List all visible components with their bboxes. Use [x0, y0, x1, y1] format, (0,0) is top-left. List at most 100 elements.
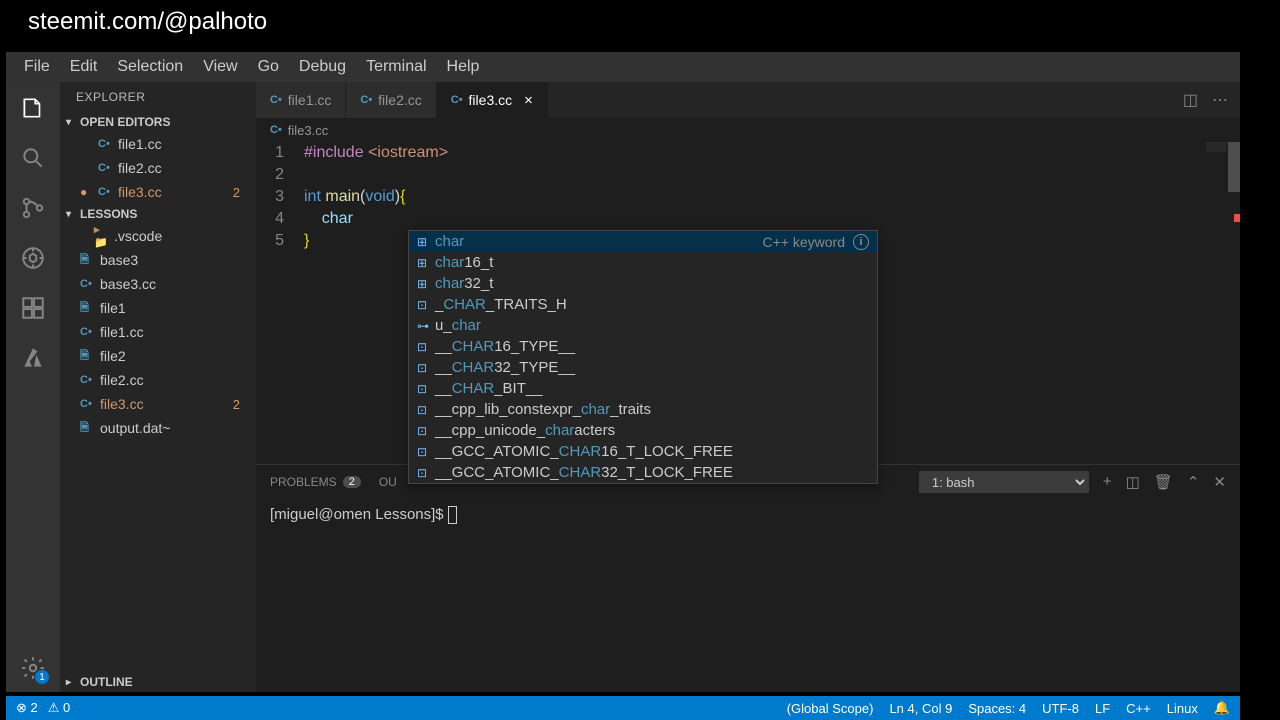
split-terminal-icon[interactable]: ◫	[1126, 473, 1140, 491]
cpp-icon: C•	[80, 326, 100, 338]
menu-edit[interactable]: Edit	[60, 58, 108, 76]
breadcrumb-file: file3.cc	[288, 123, 328, 138]
outline-header[interactable]: ▸OUTLINE	[60, 672, 256, 692]
status-lang[interactable]: C++	[1126, 701, 1151, 716]
settings-gear-icon[interactable]: 1	[19, 654, 47, 682]
status-errors[interactable]: ⊗ 2	[16, 700, 38, 716]
file-tree-item[interactable]: ▸ 📁.vscode	[60, 224, 256, 248]
cpp-icon: C•	[80, 398, 100, 410]
cpp-icon: C•	[98, 138, 118, 150]
autocomplete-item[interactable]: ⊡__CHAR_BIT__	[409, 378, 877, 399]
completion-kind-icon: ⊞	[417, 252, 435, 274]
status-bar: ⊗ 2 ⚠ 0 (Global Scope) Ln 4, Col 9 Space…	[6, 696, 1240, 720]
kill-terminal-icon[interactable]: 🗑	[1154, 473, 1173, 491]
autocomplete-popup: ⊞charC++ keywordi⊞char16_t⊞char32_t⊡_CHA…	[408, 230, 878, 484]
code-line: 4 char	[256, 208, 1240, 230]
source-control-icon[interactable]	[19, 194, 47, 222]
status-encoding[interactable]: UTF-8	[1042, 701, 1079, 716]
split-editor-icon[interactable]: ◫	[1183, 90, 1198, 110]
status-cursor[interactable]: Ln 4, Col 9	[889, 701, 952, 716]
cpp-icon: C•	[270, 124, 282, 136]
editor-tab[interactable]: C•file3.cc×	[437, 82, 548, 118]
code-line: 3int main(void){	[256, 186, 1240, 208]
status-os[interactable]: Linux	[1167, 701, 1198, 716]
status-warnings[interactable]: ⚠ 0	[48, 700, 71, 716]
activity-bar: 1	[6, 82, 60, 692]
autocomplete-item[interactable]: ⊡__GCC_ATOMIC_CHAR16_T_LOCK_FREE	[409, 441, 877, 462]
file-tree-item[interactable]: C•file1.cc	[60, 320, 256, 344]
file-tree-item[interactable]: 🗎output.dat~	[60, 416, 256, 440]
extensions-icon[interactable]	[19, 294, 47, 322]
file-tree-item[interactable]: C•base3.cc	[60, 272, 256, 296]
maximize-panel-icon[interactable]: ⌃	[1187, 473, 1200, 491]
menu-selection[interactable]: Selection	[107, 58, 193, 76]
menu-view[interactable]: View	[193, 58, 247, 76]
azure-icon[interactable]	[19, 344, 47, 372]
completion-kind-icon: ⊡	[417, 420, 435, 442]
scrollbar[interactable]	[1228, 142, 1240, 464]
explorer-icon[interactable]	[19, 94, 47, 122]
debug-icon[interactable]	[19, 244, 47, 272]
unsaved-dot[interactable]: ●	[80, 185, 94, 199]
file-icon: 🗎	[80, 347, 100, 366]
menu-go[interactable]: Go	[248, 58, 289, 76]
code-line: 2	[256, 164, 1240, 186]
open-editor-item[interactable]: C•file1.cc	[60, 132, 256, 156]
code-editor[interactable]: 1#include <iostream>23int main(void){4 c…	[256, 142, 1240, 464]
file-tree-item[interactable]: 🗎file1	[60, 296, 256, 320]
close-tab-icon[interactable]: ×	[524, 92, 533, 109]
search-icon[interactable]	[19, 144, 47, 172]
file-tree-item[interactable]: C•file2.cc	[60, 368, 256, 392]
folder-icon: ▸ 📁	[94, 223, 114, 249]
file-tree-item[interactable]: C•file3.cc2	[60, 392, 256, 416]
status-bell-icon[interactable]: 🔔	[1214, 700, 1230, 716]
autocomplete-item[interactable]: ⊞char32_t	[409, 273, 877, 294]
editor-area: C•file1.ccC•file2.ccC•file3.cc×◫⋯ C• fil…	[256, 82, 1240, 692]
autocomplete-item[interactable]: ⊞charC++ keywordi	[409, 231, 877, 252]
info-icon[interactable]: i	[853, 234, 869, 250]
editor-tab[interactable]: C•file2.cc	[346, 82, 436, 118]
completion-kind-icon: ⊡	[417, 294, 435, 316]
close-panel-icon[interactable]: ✕	[1213, 473, 1226, 491]
menu-file[interactable]: File	[14, 58, 60, 76]
terminal[interactable]: [miguel@omen Lessons]$	[256, 499, 1240, 692]
autocomplete-item[interactable]: ⊶u_char	[409, 315, 877, 336]
file-icon: 🗎	[80, 419, 100, 438]
autocomplete-item[interactable]: ⊡__CHAR32_TYPE__	[409, 357, 877, 378]
autocomplete-item[interactable]: ⊡__CHAR16_TYPE__	[409, 336, 877, 357]
editor-tab[interactable]: C•file1.cc	[256, 82, 346, 118]
file-tree-item[interactable]: 🗎file2	[60, 344, 256, 368]
open-editor-item[interactable]: C•file2.cc	[60, 156, 256, 180]
cpp-icon: C•	[360, 94, 372, 106]
completion-kind-icon: ⊡	[417, 399, 435, 421]
autocomplete-item[interactable]: ⊡__cpp_unicode_characters	[409, 420, 877, 441]
completion-kind-icon: ⊞	[417, 273, 435, 295]
problems-tab[interactable]: PROBLEMS2	[270, 475, 361, 489]
new-terminal-icon[interactable]: +	[1103, 473, 1112, 491]
open-editor-item[interactable]: ●C•file3.cc2	[60, 180, 256, 204]
autocomplete-item[interactable]: ⊡__cpp_lib_constexpr_char_traits	[409, 399, 877, 420]
breadcrumb[interactable]: C• file3.cc	[256, 118, 1240, 142]
file-tree-item[interactable]: 🗎base3	[60, 248, 256, 272]
menu-terminal[interactable]: Terminal	[356, 58, 436, 76]
completion-kind-icon: ⊡	[417, 441, 435, 463]
bottom-panel: PROBLEMS2 OU 1: bash + ◫ 🗑 ⌃ ✕	[256, 464, 1240, 692]
menu-help[interactable]: Help	[437, 58, 490, 76]
more-actions-icon[interactable]: ⋯	[1212, 90, 1228, 110]
completion-kind-icon: ⊡	[417, 357, 435, 379]
cpp-icon: C•	[451, 94, 463, 106]
open-editors-header[interactable]: ▾OPEN EDITORS	[60, 112, 256, 132]
menu-debug[interactable]: Debug	[289, 58, 356, 76]
status-eol[interactable]: LF	[1095, 701, 1110, 716]
status-spaces[interactable]: Spaces: 4	[968, 701, 1026, 716]
autocomplete-item[interactable]: ⊡_CHAR_TRAITS_H	[409, 294, 877, 315]
workspace-header[interactable]: ▾LESSONS	[60, 204, 256, 224]
menubar: FileEditSelectionViewGoDebugTerminalHelp	[6, 52, 1240, 82]
status-scope[interactable]: (Global Scope)	[787, 701, 874, 716]
completion-kind-icon: ⊡	[417, 462, 435, 484]
output-tab[interactable]: OU	[379, 475, 397, 489]
autocomplete-item[interactable]: ⊞char16_t	[409, 252, 877, 273]
terminal-select[interactable]: 1: bash	[919, 471, 1089, 493]
autocomplete-item[interactable]: ⊡__GCC_ATOMIC_CHAR32_T_LOCK_FREE	[409, 462, 877, 483]
minimap[interactable]	[1206, 142, 1226, 152]
